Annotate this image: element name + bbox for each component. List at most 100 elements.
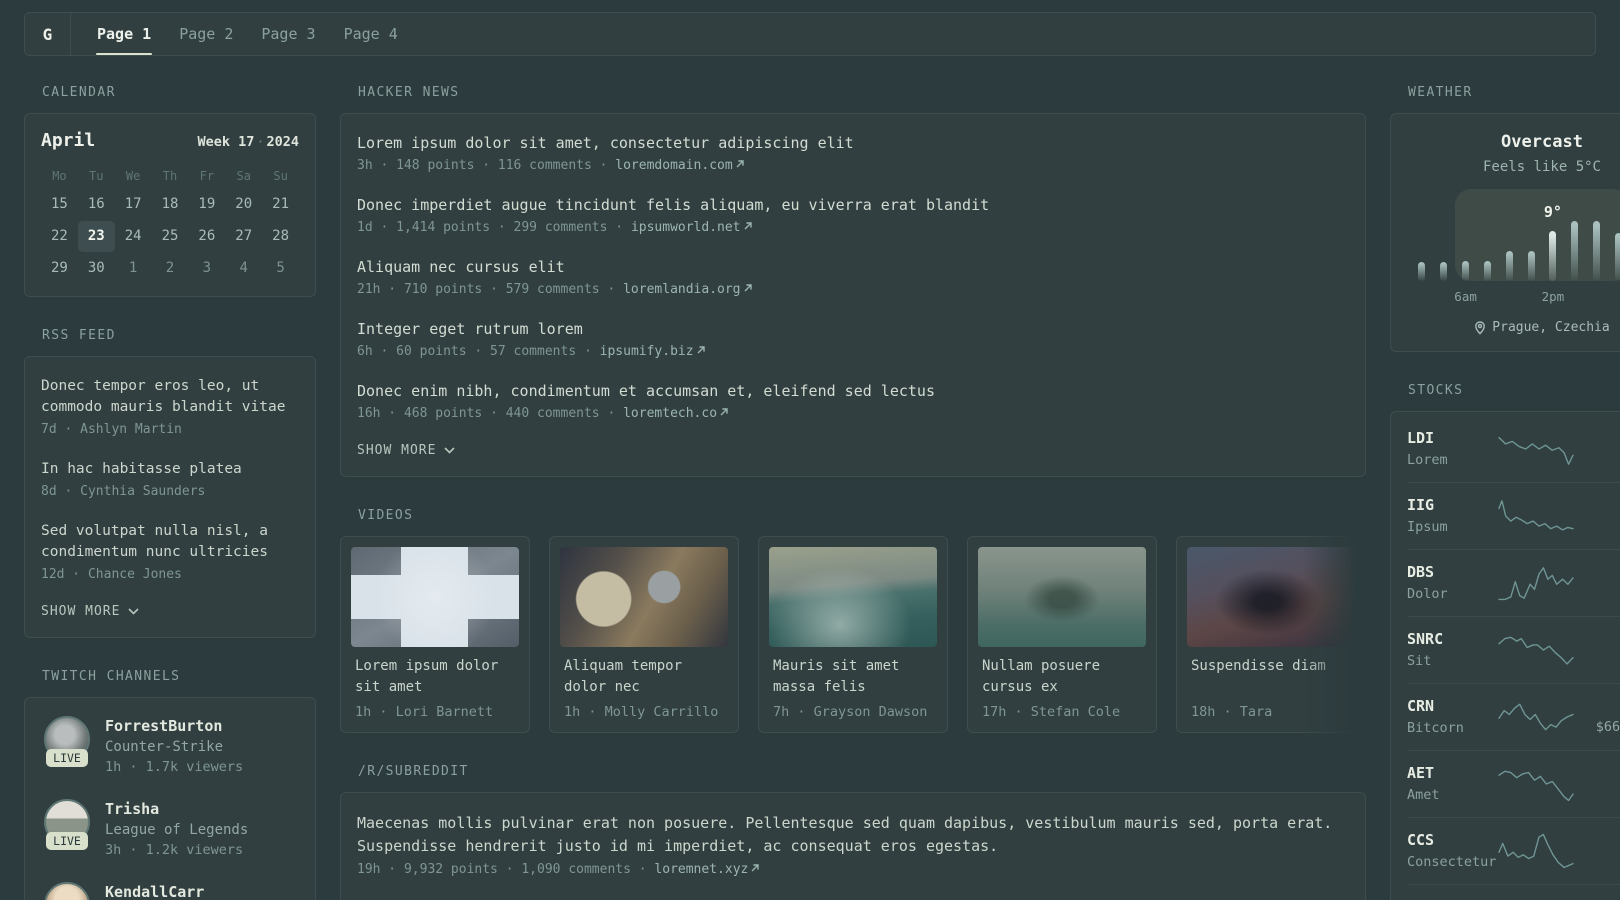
weekday-label: Th: [162, 169, 178, 183]
calendar-day-selected: 23: [77, 221, 115, 252]
hn-item-meta: 3h · 148 points · 116 comments · loremdo…: [357, 158, 1349, 173]
weekday-label: Sa: [236, 169, 251, 183]
calendar-day: 17: [124, 196, 142, 212]
rss-show-more-button[interactable]: SHOW MORE: [41, 604, 299, 619]
stock-row[interactable]: LDI Lorem +4.35% $795.18: [1407, 416, 1620, 482]
weekday-label: Su: [273, 169, 288, 183]
tab-page-1[interactable]: Page 1: [83, 13, 165, 55]
stock-symbol[interactable]: LDI: [1407, 429, 1499, 447]
video-title[interactable]: Aliquam tempor dolor nec pharetra…: [564, 656, 724, 698]
hn-item-title[interactable]: Lorem ipsum dolor sit amet, consectetur …: [357, 133, 1349, 154]
stock-row[interactable]: SNRC Sit +1.36% $148.64: [1407, 616, 1620, 683]
stock-symbol[interactable]: AET: [1407, 764, 1499, 782]
stock-symbol[interactable]: CCS: [1407, 831, 1499, 849]
calendar-month: April: [41, 130, 96, 151]
tab-page-2[interactable]: Page 2: [165, 13, 247, 55]
tab-page-4[interactable]: Page 4: [330, 13, 412, 55]
hn-item-domain[interactable]: loremlandia.org: [623, 282, 740, 297]
channel-avatar[interactable]: [44, 882, 90, 900]
stocks-card: LDI Lorem +4.35% $795.18 IIG Ipsum: [1390, 411, 1620, 900]
stock-row[interactable]: CRN Bitcorn -1.00% $66,171.48: [1407, 683, 1620, 750]
external-link-icon: [720, 408, 728, 416]
stock-row[interactable]: DBS Dolor +1.42% $156.28: [1407, 549, 1620, 616]
video-thumbnail-boat-wake[interactable]: [769, 547, 937, 647]
channel-game: League of Legends: [105, 822, 249, 838]
video-card[interactable]: Mauris sit amet massa felis 7h · Grayson…: [758, 536, 948, 733]
weather-bar: [1440, 262, 1448, 281]
stock-row[interactable]: IIG Ipsum +2.84% $42.04: [1407, 482, 1620, 549]
video-thumbnail-vintage-camera[interactable]: [560, 547, 728, 647]
stock-sparkline: [1499, 430, 1573, 468]
hn-show-more-button[interactable]: SHOW MORE: [357, 443, 1349, 458]
stock-name: Ipsum: [1407, 519, 1448, 535]
stock-row[interactable]: AET Amet +0.92% $499.72: [1407, 750, 1620, 817]
video-card[interactable]: Lorem ipsum dolor sit amet consectetu… 1…: [340, 536, 530, 733]
tab-page-3[interactable]: Page 3: [247, 13, 329, 55]
weather-feels-like: Feels like 5°C: [1482, 159, 1601, 175]
twitch-channel-row[interactable]: LIVE ForrestBurton Counter-Strike 1h · 1…: [41, 716, 299, 775]
reddit-post-title[interactable]: Maecenas mollis pulvinar erat non posuer…: [357, 812, 1349, 858]
hn-item-title[interactable]: Aliquam nec cursus elit: [357, 257, 1349, 278]
weather-bar: [1593, 221, 1601, 281]
video-card[interactable]: Suspendisse diam 18h · Tara: [1176, 536, 1366, 733]
hn-item-domain[interactable]: loremtech.co: [623, 406, 717, 421]
hn-item: Integer eget rutrum lorem 6h · 60 points…: [357, 319, 1349, 359]
channel-name[interactable]: Trisha: [105, 800, 248, 818]
hn-item-title[interactable]: Donec enim nibh, condimentum et accumsan…: [357, 381, 1349, 402]
stock-row[interactable]: CCS Consectetur +0.51% $165.84: [1407, 817, 1620, 884]
chevron-down-icon: [444, 447, 456, 454]
reddit-post-domain[interactable]: loremnet.xyz: [654, 862, 748, 877]
rss-item-title[interactable]: Sed volutpat nulla nisl, a condimentum n…: [41, 521, 299, 563]
video-title[interactable]: Lorem ipsum dolor sit amet consectetu…: [355, 656, 515, 698]
video-title[interactable]: Suspendisse diam: [1191, 656, 1351, 698]
channel-meta: 3h · 1.2k viewers: [105, 842, 244, 858]
stock-price: $165.84: [1573, 853, 1620, 869]
stock-change: +0.92%: [1573, 765, 1620, 781]
video-thumbnail-concrete-towers[interactable]: [351, 547, 519, 647]
video-meta: 18h · Tara: [1191, 704, 1273, 720]
twitch-channel-row[interactable]: LIVE Trisha League of Legends 3h · 1.2k …: [41, 799, 299, 858]
video-title[interactable]: Mauris sit amet massa felis: [773, 656, 933, 698]
stock-symbol[interactable]: SNRC: [1407, 630, 1499, 648]
video-title[interactable]: Nullam posuere cursus ex: [982, 656, 1142, 698]
stock-symbol[interactable]: DBS: [1407, 563, 1499, 581]
stock-name: Lorem: [1407, 452, 1448, 468]
video-thumbnail-canoe-fog[interactable]: [978, 547, 1146, 647]
rss-item-title[interactable]: Donec tempor eros leo, ut commodo mauris…: [41, 376, 299, 418]
channel-name[interactable]: KendallCarr: [105, 883, 204, 900]
time-label: 6am: [1454, 289, 1477, 304]
stock-sparkline: [1499, 765, 1573, 803]
stock-price: $795.18: [1573, 451, 1620, 467]
video-card[interactable]: Aliquam tempor dolor nec pharetra… 1h · …: [549, 536, 739, 733]
stock-sparkline: [1499, 497, 1573, 535]
hn-item-title[interactable]: Donec imperdiet augue tincidunt felis al…: [357, 195, 1349, 216]
chevron-down-icon: [128, 608, 140, 615]
rss-item: Sed volutpat nulla nisl, a condimentum n…: [41, 521, 299, 582]
external-link-icon: [751, 864, 760, 872]
hn-item-domain[interactable]: loremdomain.com: [615, 158, 732, 173]
calendar-week-year: Week 17 · 2024: [197, 134, 299, 150]
right-column: WEATHER Overcast Feels like 5°C 9° 6am 2…: [1390, 85, 1620, 900]
rss-item-title[interactable]: In hac habitasse platea: [41, 459, 299, 480]
videos-section: VIDEOS Lorem ipsum dolor sit amet consec…: [340, 508, 1366, 733]
twitch-channels-card: LIVE ForrestBurton Counter-Strike 1h · 1…: [24, 697, 316, 900]
hn-item-domain[interactable]: ipsumworld.net: [631, 220, 741, 235]
separator-dot: ·: [256, 134, 265, 150]
stock-symbol[interactable]: IIG: [1407, 496, 1499, 514]
hacker-news-section: HACKER NEWS Lorem ipsum dolor sit amet, …: [340, 85, 1366, 477]
video-card[interactable]: Nullam posuere cursus ex 17h · Stefan Co…: [967, 536, 1157, 733]
location-pin-icon: [1475, 320, 1486, 335]
hn-item-domain[interactable]: ipsumify.biz: [600, 344, 694, 359]
rss-item: In hac habitasse platea 8d · Cynthia Sau…: [41, 459, 299, 499]
rss-item-meta: 7d · Ashlyn Martin: [41, 422, 182, 437]
hn-item-title[interactable]: Integer eget rutrum lorem: [357, 319, 1349, 340]
stock-symbol[interactable]: CRN: [1407, 697, 1499, 715]
channel-name[interactable]: ForrestBurton: [105, 717, 243, 735]
video-thumbnail-foggy-field[interactable]: [1187, 547, 1355, 647]
stock-sparkline: [1499, 698, 1573, 736]
stock-row[interactable]: AHS +0.46%: [1407, 884, 1620, 900]
app-logo[interactable]: G: [25, 13, 71, 55]
calendar-section-title: CALENDAR: [42, 85, 116, 100]
twitch-channel-row[interactable]: KendallCarr: [41, 882, 299, 900]
weekday-label: Tu: [89, 169, 104, 183]
